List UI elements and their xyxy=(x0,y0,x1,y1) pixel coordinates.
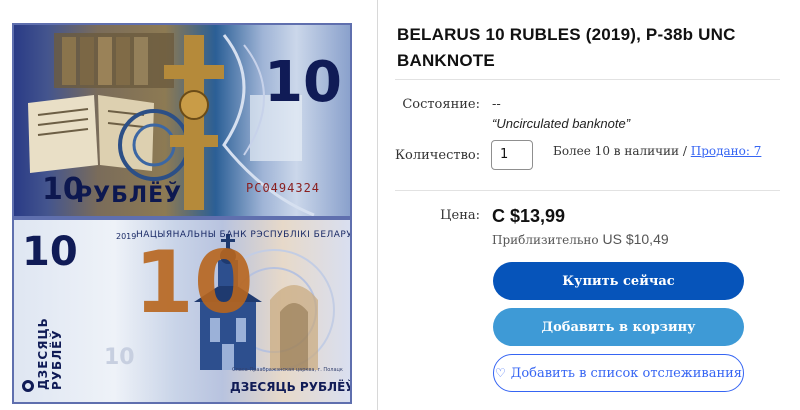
serial-number: РС0494324 xyxy=(246,181,321,195)
condition-value: -- xyxy=(492,97,501,112)
back-denomination-large: 10 xyxy=(134,233,254,333)
price: C $13,99 xyxy=(492,206,566,226)
svg-text:10: 10 xyxy=(104,345,135,370)
listing-panel: BELARUS 10 RUBLES (2019), P-38b UNC BANK… xyxy=(395,0,800,410)
divider xyxy=(395,190,780,191)
approx-price: Приблизительно US $10,49 xyxy=(492,231,669,247)
watchlist-label: Добавить в список отслеживания xyxy=(510,365,743,381)
church-caption: Спаса-Праабражэнская царква, г. Полацк xyxy=(232,367,343,373)
add-to-cart-button[interactable]: Добавить в корзину xyxy=(493,308,744,346)
banknote-front: 10 10 РУБЛЁЎ РС0494324 xyxy=(12,23,352,218)
heart-icon: ♡ xyxy=(494,366,506,380)
quantity-label: Количество: xyxy=(395,148,481,163)
issue-year: 2019 xyxy=(116,232,137,241)
listing-title: BELARUS 10 RUBLES (2019), P-38b UNC BANK… xyxy=(397,25,736,70)
front-denomination: 10 xyxy=(264,50,342,115)
amount-words: ДЗЕСЯЦЬ РУБЛЁЎ xyxy=(230,380,352,394)
availability-text: Более 10 в наличии xyxy=(553,144,680,158)
banknote-back: 10 10 10 2019 НАЦЫЯНАЛЬНЫ БАНК РЭСПУБЛІК… xyxy=(12,218,352,404)
add-to-watchlist-button[interactable]: ♡ Добавить в список отслеживания xyxy=(493,354,744,392)
front-currency: РУБЛЁЎ xyxy=(76,183,183,208)
availability-separator: / xyxy=(682,144,687,158)
approx-price-value: US $10,49 xyxy=(602,231,669,247)
condition-note: “Uncirculated banknote” xyxy=(492,116,631,131)
amount-words-vertical: ДЗЕСЯЦЬ РУБЛЁЎ xyxy=(36,317,64,390)
buy-now-button[interactable]: Купить сейчас xyxy=(493,262,744,300)
availability: Более 10 в наличии / Продано: 7 xyxy=(553,144,761,158)
price-label: Цена: xyxy=(440,208,480,223)
product-image[interactable]: 10 10 РУБЛЁЎ РС0494324 10 10 10 2019 НАЦ… xyxy=(0,0,378,410)
sold-count-link[interactable]: Продано: 7 xyxy=(691,144,762,158)
divider xyxy=(395,79,780,80)
tactile-circle-mark xyxy=(22,380,34,392)
quantity-input[interactable]: 1 xyxy=(491,140,533,170)
bank-name: НАЦЫЯНАЛЬНЫ БАНК РЭСПУБЛІКІ БЕЛАРУСЬ xyxy=(136,230,352,240)
back-denomination: 10 xyxy=(22,229,78,275)
condition-label: Состояние: xyxy=(402,97,480,112)
approx-label: Приблизительно xyxy=(492,233,599,247)
